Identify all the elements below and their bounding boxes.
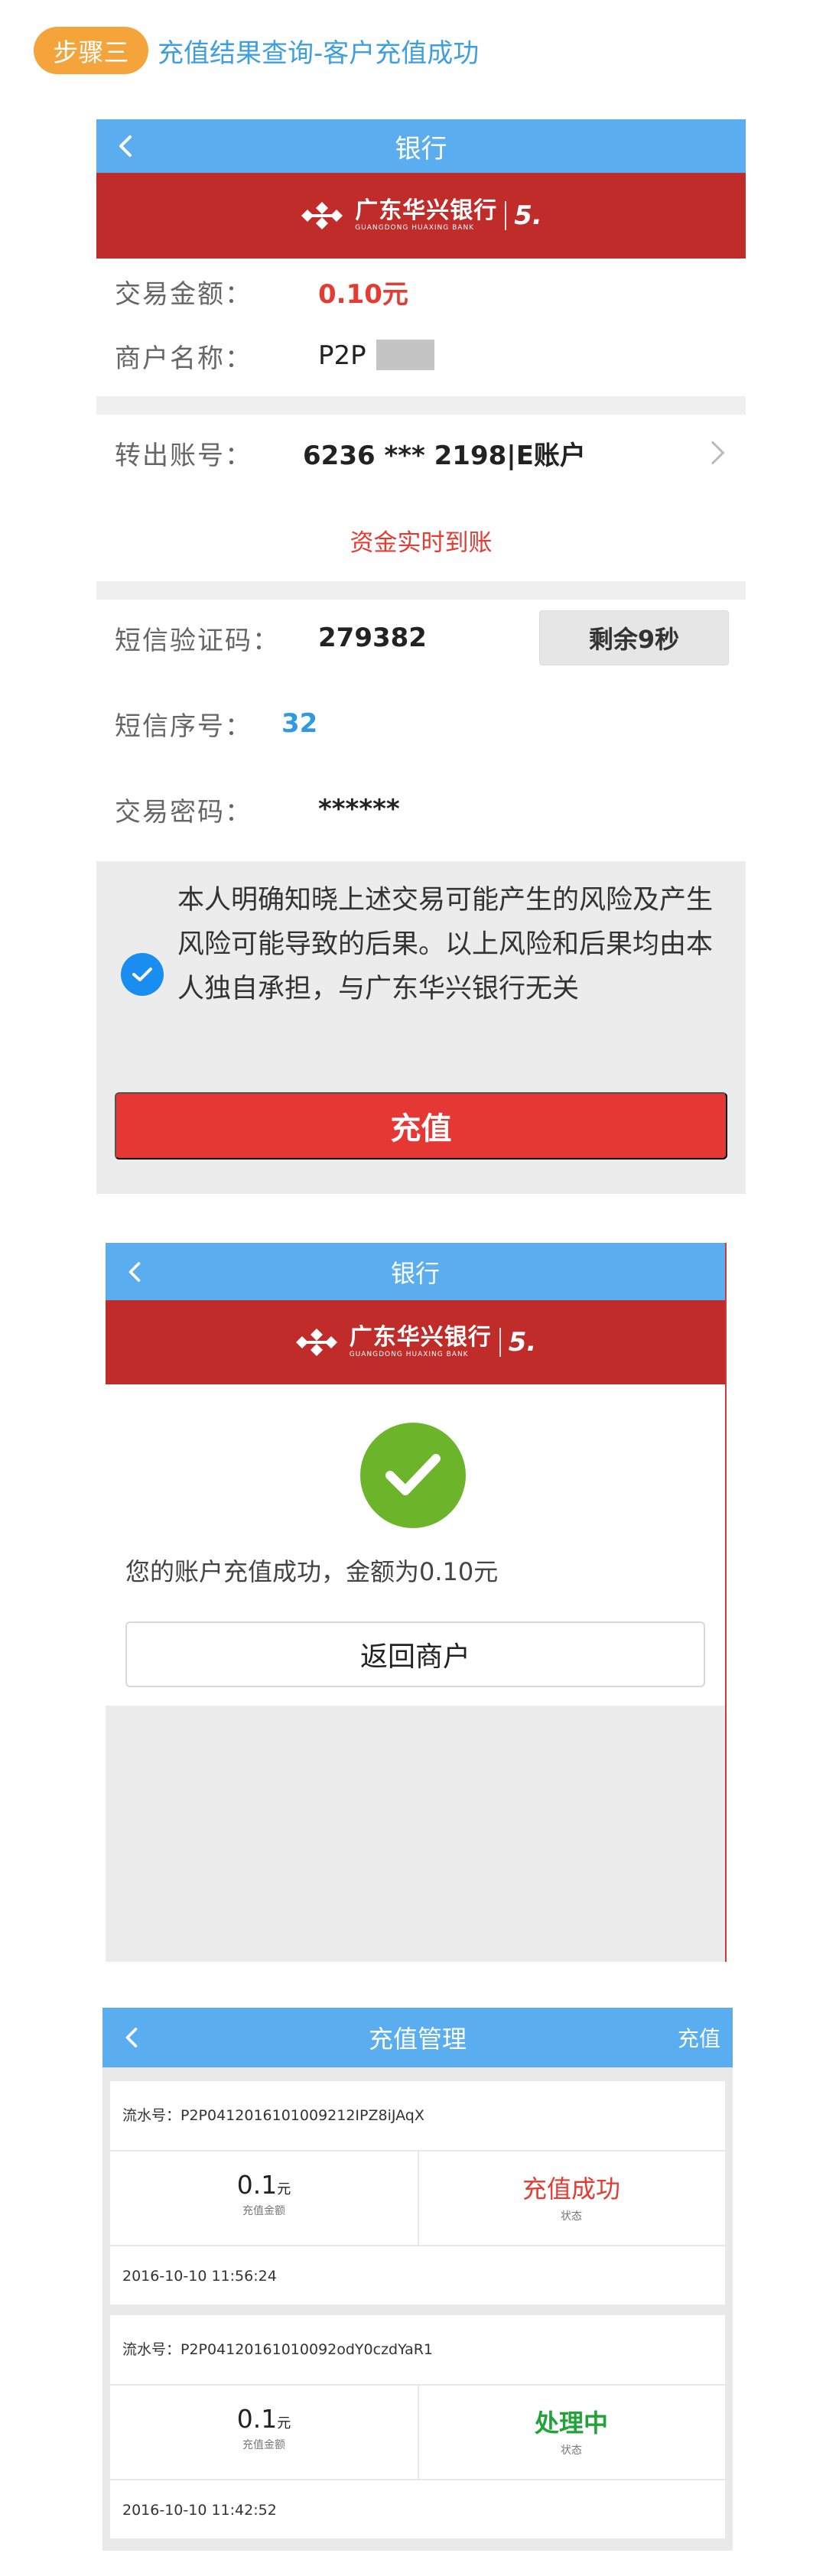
record-amount-unit: 元 (277, 2415, 291, 2431)
record-amount: 0.1 (236, 2170, 278, 2200)
bank-logo-mark-icon (295, 1329, 337, 1356)
account-value: 6236 *** 2198|E账户 (303, 440, 586, 471)
account-label: 转出账号： (115, 440, 252, 471)
bank-logo-mark-icon (301, 202, 343, 229)
success-message: 您的账户充值成功，金额为0.10元 (125, 1557, 499, 1586)
sms-seq-label: 短信序号： (115, 711, 252, 742)
recharge-management-screen: 充值管理 充值 流水号：P2P0412016101009212IPZ8iJAqX… (102, 2008, 733, 2551)
record-amount-cell: 0.1元 充值金额 (110, 2170, 418, 2218)
section-divider (96, 581, 746, 600)
bank-name-cn: 广东华兴银行 (349, 1324, 492, 1351)
recharge-record[interactable]: 流水号：P2P04120161010092odY0czdYaR1 0.1元 充值… (110, 2315, 725, 2539)
nav-bar: 银行 (96, 119, 746, 173)
record-time: 2016-10-10 11:56:24 (122, 2268, 277, 2285)
agreement-checkbox[interactable] (121, 953, 164, 996)
nav-bar: 充值管理 充值 (102, 2008, 733, 2067)
record-serial: 流水号：P2P04120161010092odY0czdYaR1 (122, 2341, 434, 2358)
step-title: 充值结果查询-客户充值成功 (158, 37, 480, 69)
nav-title: 充值管理 (368, 2025, 467, 2054)
countdown-button[interactable]: 剩余9秒 (539, 610, 729, 665)
record-status-cell: 充值成功 状态 (418, 2170, 725, 2223)
step-badge: 步骤三 (34, 27, 148, 74)
success-panel: 您的账户充值成功，金额为0.10元 返回商户 (106, 1384, 725, 1706)
sms-seq-value: 32 (281, 708, 318, 739)
amount-value: 0.10元 (318, 278, 408, 310)
password-row: 交易密码： ****** (96, 771, 746, 847)
back-arrow-icon[interactable] (119, 1257, 150, 1287)
recharge-success-screen: 银行 广东华兴银行 GUANGDONG HUAXING BANK 5. 您的账户… (106, 1243, 727, 1962)
bank-logo-divider (505, 201, 507, 230)
bank-logo: 广东华兴银行 GUANGDONG HUAXING BANK 5. (294, 1324, 537, 1359)
bank-anniversary-mark: 5. (514, 200, 542, 231)
account-row[interactable]: 转出账号： 6236 *** 2198|E账户 (96, 415, 746, 491)
bank-banner: 广东华兴银行 GUANGDONG HUAXING BANK 5. (106, 1300, 725, 1384)
record-amount: 0.1 (236, 2404, 278, 2434)
nav-bar: 银行 (106, 1243, 725, 1300)
bank-name-cn: 广东华兴银行 (355, 197, 498, 224)
password-label: 交易密码： (115, 796, 252, 828)
checkmark-icon (132, 968, 152, 981)
merchant-label: 商户名称： (115, 343, 252, 374)
record-status: 处理中 (534, 2408, 608, 2438)
success-check-icon (360, 1423, 466, 1528)
record-amount-label: 充值金额 (242, 2439, 285, 2451)
agreement-text: 本人明确知晓上述交易可能产生的风险及产生风险可能导致的后果。以上风险和后果均由本… (177, 885, 714, 1004)
record-status: 充值成功 (522, 2174, 620, 2204)
return-merchant-button[interactable]: 返回商户 (125, 1621, 705, 1687)
recharge-nav-button[interactable]: 充值 (678, 2022, 720, 2053)
merchant-value: P2P (318, 340, 366, 371)
merchant-redaction (376, 340, 434, 370)
bank-logo-divider (499, 1328, 501, 1357)
bank-logo: 广东华兴银行 GUANGDONG HUAXING BANK 5. (300, 199, 542, 233)
nav-title: 银行 (390, 1258, 440, 1288)
bank-banner: 广东华兴银行 GUANGDONG HUAXING BANK 5. (96, 173, 746, 259)
sms-code-row: 短信验证码： 279382 剩余9秒 (96, 600, 746, 676)
record-amount-unit: 元 (277, 2181, 291, 2197)
amount-label: 交易金额： (115, 278, 252, 310)
record-amount-cell: 0.1元 充值金额 (110, 2404, 418, 2452)
record-status-cell: 处理中 状态 (418, 2404, 725, 2457)
agreement-section: 本人明确知晓上述交易可能产生的风险及产生风险可能导致的后果。以上风险和后果均由本… (96, 861, 746, 1194)
bank-name-en: GUANGDONG HUAXING BANK (349, 1351, 469, 1358)
record-divider (110, 2245, 725, 2246)
record-amount-label: 充值金额 (242, 2205, 285, 2217)
recharge-record[interactable]: 流水号：P2P0412016101009212IPZ8iJAqX 0.1元 充值… (110, 2081, 725, 2304)
sms-code-input[interactable]: 279382 (318, 623, 427, 653)
merchant-row: 商户名称： P2P (96, 324, 746, 387)
back-arrow-icon[interactable] (116, 2022, 147, 2053)
chevron-right-icon (701, 441, 725, 465)
bank-name-en: GUANGDONG HUAXING BANK (355, 224, 475, 232)
bank-payment-screen: 银行 广东华兴银行 GUANGDONG HUAXING BANK 5. 交易金额… (96, 119, 746, 1194)
password-input[interactable]: ****** (318, 794, 400, 825)
record-status-label: 状态 (561, 2210, 582, 2223)
amount-row: 交易金额： 0.10元 (96, 259, 746, 324)
sms-code-label: 短信验证码： (115, 625, 280, 656)
record-serial: 流水号：P2P0412016101009212IPZ8iJAqX (122, 2107, 424, 2124)
record-status-label: 状态 (561, 2444, 582, 2457)
section-divider (96, 396, 746, 415)
step-heading: 步骤三 充值结果查询-客户充值成功 (34, 24, 479, 76)
recharge-submit-button[interactable]: 充值 (115, 1092, 727, 1160)
realtime-notice: 资金实时到账 (350, 529, 493, 557)
record-time: 2016-10-10 11:42:52 (122, 2502, 277, 2519)
nav-title: 银行 (395, 133, 447, 164)
record-divider (110, 2479, 725, 2480)
sms-seq-row: 短信序号： 32 (96, 685, 746, 762)
back-arrow-icon[interactable] (110, 131, 141, 161)
bank-anniversary-mark: 5. (508, 1327, 537, 1358)
